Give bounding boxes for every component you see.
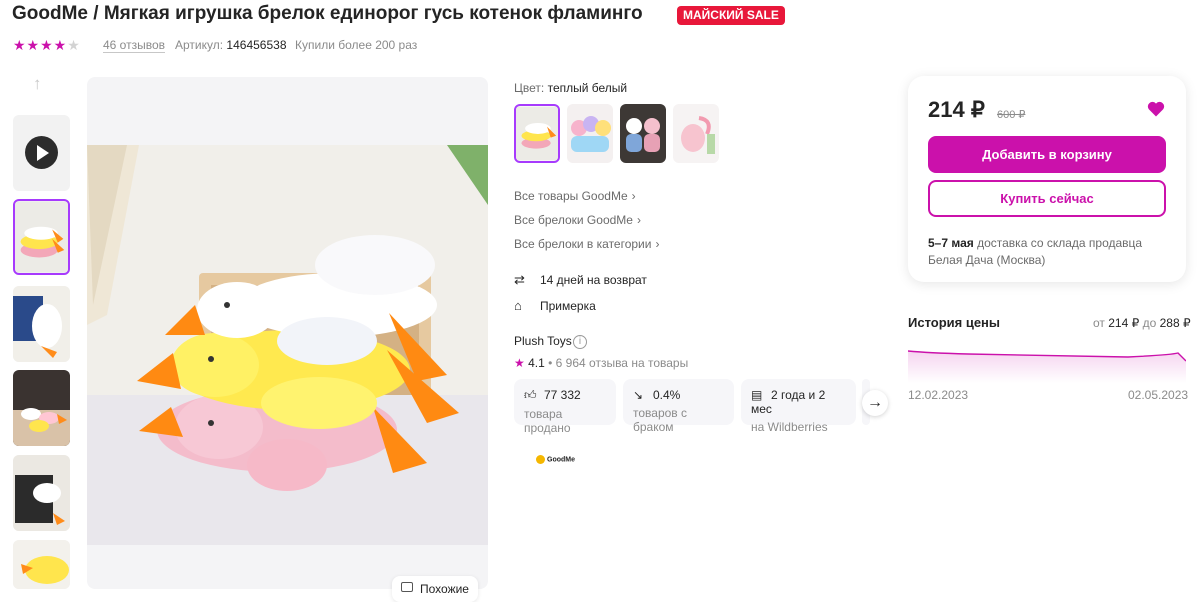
thumbs-up-icon: 👍︎ bbox=[524, 388, 537, 402]
plush-ducks-photo bbox=[87, 145, 488, 545]
star-empty-icon: ★ bbox=[67, 37, 81, 53]
article-value[interactable]: 146456538 bbox=[226, 38, 286, 52]
price-history-chart[interactable] bbox=[908, 343, 1186, 383]
star-icon: ★★★★ bbox=[13, 37, 68, 53]
thumbnail-photo[interactable] bbox=[13, 286, 70, 362]
arrow-up-icon[interactable]: ↑ bbox=[33, 74, 42, 94]
thumbnail-photo[interactable] bbox=[13, 455, 70, 531]
article-number: Артикул: 146456538 bbox=[175, 38, 287, 52]
star-icon: ★ bbox=[514, 356, 525, 370]
sun-icon bbox=[536, 455, 545, 464]
play-icon[interactable] bbox=[25, 136, 58, 169]
bought-count: Купили более 200 раз bbox=[295, 38, 418, 52]
price: 214 ₽ bbox=[928, 97, 985, 122]
similar-button[interactable]: Похожие bbox=[392, 576, 478, 602]
rating-stars: ★★★★★ bbox=[13, 37, 81, 54]
calendar-box-icon: ▤ bbox=[751, 388, 763, 402]
price-history-end-date: 02.05.2023 bbox=[1128, 388, 1189, 402]
link-all-brand-products[interactable]: Все товары GoodMe › bbox=[514, 189, 636, 203]
price-history-range: от 214 ₽ до 288 ₽ bbox=[1093, 316, 1191, 330]
chevron-right-icon: › bbox=[655, 237, 660, 251]
thumbnail-photo[interactable] bbox=[13, 370, 70, 446]
color-value: теплый белый bbox=[547, 81, 628, 95]
color-label: Цвет: теплый белый bbox=[514, 81, 627, 95]
brand-reviews: 6 964 отзыва на товары bbox=[555, 356, 689, 370]
add-to-cart-button[interactable]: Добавить в корзину bbox=[928, 136, 1166, 173]
link-all-brand-keychains[interactable]: Все брелоки GoodMe › bbox=[514, 213, 641, 227]
heart-icon[interactable] bbox=[1146, 99, 1166, 119]
old-price: 600 ₽ bbox=[997, 109, 1026, 121]
next-arrow-button[interactable]: → bbox=[862, 390, 888, 416]
brand-rating-value: 4.1 bbox=[528, 356, 545, 370]
stat-sold: 👍︎ 77 332 товара продано bbox=[514, 379, 616, 435]
brand-rating: ★ 4.1 • 6 964 отзыва на товары bbox=[514, 356, 689, 370]
color-label-text: Цвет: bbox=[514, 81, 545, 95]
product-title: GoodMe / Мягкая игрушка брелок единорог … bbox=[12, 3, 643, 24]
link-category-keychains[interactable]: Все брелоки в категории › bbox=[514, 237, 659, 251]
similar-label: Похожие bbox=[420, 582, 469, 596]
article-label: Артикул: bbox=[175, 38, 224, 52]
delivery-days: 5–7 мая bbox=[928, 236, 974, 250]
sale-badge[interactable]: МАЙСКИЙ SALE bbox=[677, 6, 785, 25]
feature-return[interactable]: ⇄ 14 дней на возврат bbox=[514, 272, 647, 288]
brand-name[interactable]: Plush Toys bbox=[514, 334, 572, 348]
brand-logo[interactable]: GoodMe bbox=[536, 455, 575, 464]
delivery-info: 5–7 мая доставка со склада продавца Белая… bbox=[928, 235, 1142, 269]
color-swatch-flamingo[interactable] bbox=[673, 104, 719, 163]
price-history-start-date: 12.02.2023 bbox=[908, 388, 969, 402]
arrow-right-icon: → bbox=[867, 394, 883, 411]
main-product-image[interactable] bbox=[87, 77, 488, 589]
trend-down-icon: ↘ bbox=[633, 388, 644, 402]
thumbnail-photo[interactable] bbox=[13, 199, 70, 275]
color-swatch-kittens[interactable] bbox=[620, 104, 666, 163]
delivery-place: Белая Дача (Москва) bbox=[928, 253, 1046, 267]
reviews-link[interactable]: 46 отзывов bbox=[103, 38, 166, 53]
info-icon[interactable]: i bbox=[573, 335, 587, 349]
return-arrows-icon: ⇄ bbox=[514, 272, 525, 287]
delivery-text: доставка со склада продавца bbox=[977, 236, 1143, 250]
chevron-right-icon: › bbox=[631, 189, 636, 203]
similar-icon bbox=[401, 582, 413, 592]
stat-seller-age: ▤ 2 года и 2 мес на Wildberries bbox=[741, 379, 856, 434]
feature-fitting[interactable]: ⌂ Примерка bbox=[514, 298, 596, 313]
buy-now-button[interactable]: Купить сейчас bbox=[928, 180, 1166, 217]
color-swatch-ducks[interactable] bbox=[514, 104, 560, 163]
chevron-right-icon: › bbox=[636, 213, 641, 227]
price-history-title: История цены bbox=[908, 315, 1001, 330]
stat-defects: ↘ 0.4% товаров с браком bbox=[623, 379, 734, 434]
tag-icon: ⌂ bbox=[514, 298, 522, 313]
color-swatch-unicorns[interactable] bbox=[567, 104, 613, 163]
thumbnail-photo[interactable] bbox=[13, 540, 70, 589]
